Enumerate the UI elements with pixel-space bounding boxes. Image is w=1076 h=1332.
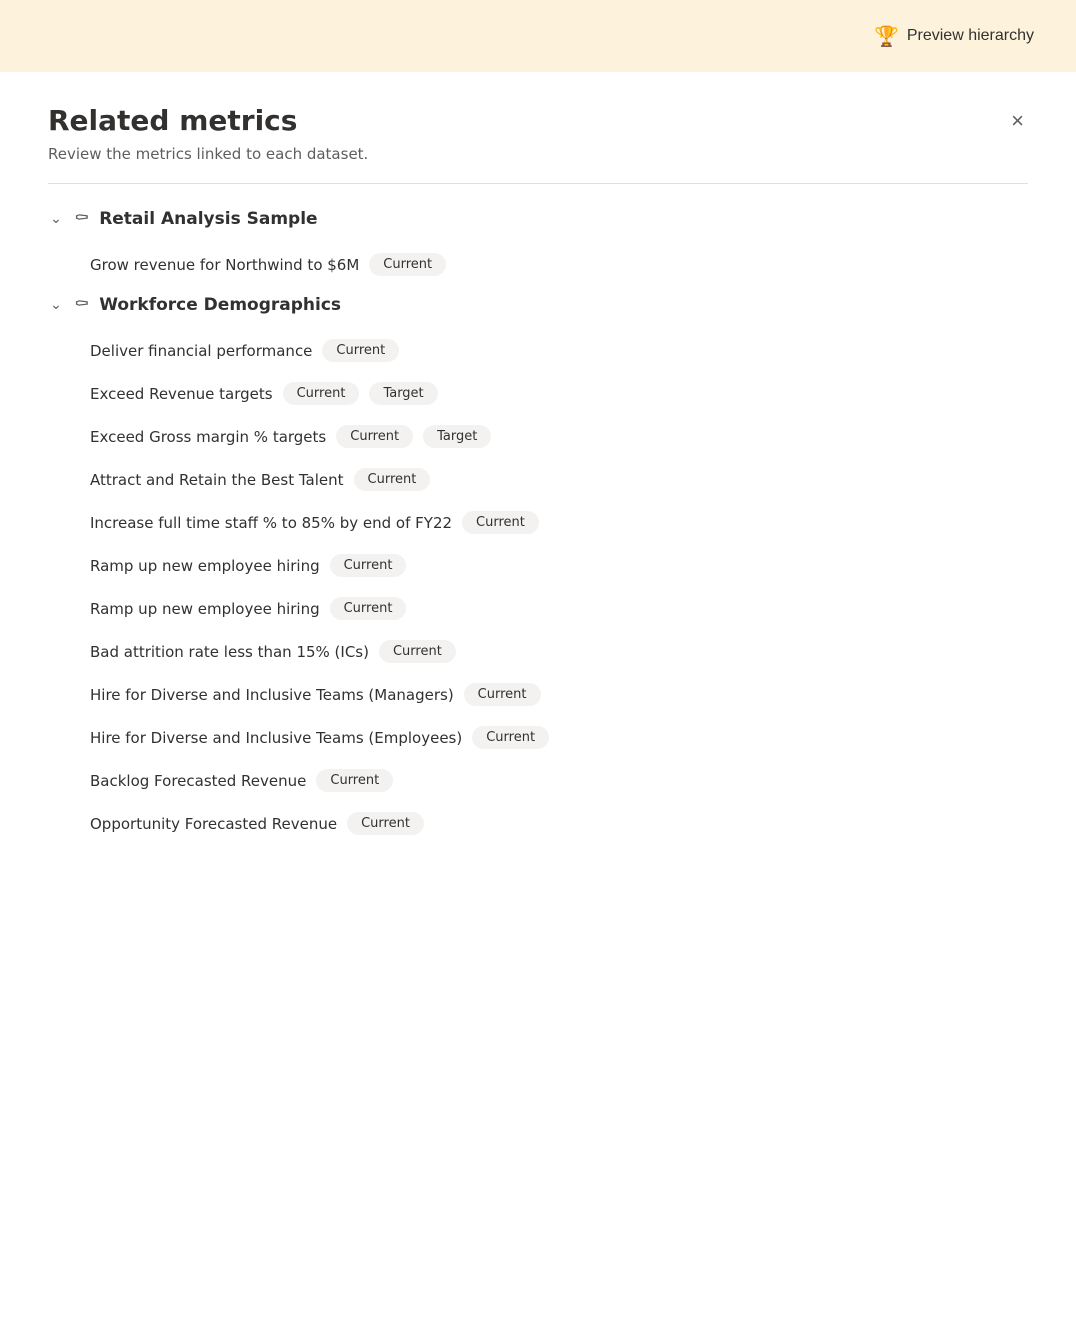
metric-label: Exceed Revenue targets	[90, 385, 273, 403]
dataset-name-retail: Retail Analysis Sample	[99, 209, 317, 229]
dataset-group-workforce: ⌄ ⚰ Workforce Demographics Deliver finan…	[48, 294, 1028, 845]
metric-label: Opportunity Forecasted Revenue	[90, 815, 337, 833]
related-metrics-panel: Related metrics × Review the metrics lin…	[0, 72, 1076, 893]
metric-row: Hire for Diverse and Inclusive Teams (Ma…	[90, 673, 1028, 716]
metric-label: Hire for Diverse and Inclusive Teams (Em…	[90, 729, 462, 747]
dataset-name-workforce: Workforce Demographics	[99, 295, 341, 315]
metric-row: Opportunity Forecasted Revenue Current	[90, 802, 1028, 845]
metric-row: Grow revenue for Northwind to $6M Current	[90, 243, 1028, 286]
metric-label: Grow revenue for Northwind to $6M	[90, 256, 359, 274]
panel-subtitle: Review the metrics linked to each datase…	[48, 145, 1028, 163]
metric-label: Attract and Retain the Best Talent	[90, 471, 344, 489]
metric-badge: Target	[423, 425, 491, 448]
close-button[interactable]: ×	[1007, 106, 1028, 136]
metric-label: Ramp up new employee hiring	[90, 557, 320, 575]
chevron-down-icon: ⌄	[48, 297, 64, 313]
metric-label: Ramp up new employee hiring	[90, 600, 320, 618]
metric-label: Bad attrition rate less than 15% (ICs)	[90, 643, 369, 661]
metric-badge: Current	[369, 253, 446, 276]
dataset-group-retail: ⌄ ⚰ Retail Analysis Sample Grow revenue …	[48, 208, 1028, 286]
metric-row: Hire for Diverse and Inclusive Teams (Em…	[90, 716, 1028, 759]
metric-row: Increase full time staff % to 85% by end…	[90, 501, 1028, 544]
divider	[48, 183, 1028, 184]
metric-badge: Current	[379, 640, 456, 663]
metric-row: Backlog Forecasted Revenue Current	[90, 759, 1028, 802]
metric-row: Exceed Gross margin % targets Current Targ…	[90, 415, 1028, 458]
datasets-container: ⌄ ⚰ Retail Analysis Sample Grow revenue …	[48, 208, 1028, 845]
metric-list-workforce: Deliver financial performanceCurrentExce…	[48, 329, 1028, 845]
metric-row: Bad attrition rate less than 15% (ICs) Cu…	[90, 630, 1028, 673]
dataset-header-retail[interactable]: ⌄ ⚰ Retail Analysis Sample	[48, 208, 1028, 229]
metric-badge: Current	[347, 812, 424, 835]
metric-badge: Target	[369, 382, 437, 405]
preview-hierarchy-button[interactable]: 🏆 Preview hierarchy	[864, 18, 1044, 55]
metric-badge: Current	[283, 382, 360, 405]
database-icon: ⚰	[74, 294, 89, 315]
metric-badge: Current	[322, 339, 399, 362]
metric-row: Ramp up new employee hiring Current	[90, 544, 1028, 587]
preview-hierarchy-label: Preview hierarchy	[907, 27, 1034, 45]
metric-badge: Current	[330, 597, 407, 620]
metric-label: Hire for Diverse and Inclusive Teams (Ma…	[90, 686, 454, 704]
metric-label: Backlog Forecasted Revenue	[90, 772, 306, 790]
metric-label: Increase full time staff % to 85% by end…	[90, 514, 452, 532]
trophy-icon: 🏆	[874, 24, 899, 49]
metric-label: Deliver financial performance	[90, 342, 312, 360]
database-icon: ⚰	[74, 208, 89, 229]
metric-list-retail: Grow revenue for Northwind to $6M Current	[48, 243, 1028, 286]
metric-badge: Current	[464, 683, 541, 706]
metric-badge: Current	[462, 511, 539, 534]
chevron-down-icon: ⌄	[48, 211, 64, 227]
metric-label: Exceed Gross margin % targets	[90, 428, 326, 446]
metric-badge: Current	[316, 769, 393, 792]
metric-badge: Current	[354, 468, 431, 491]
panel-header: Related metrics ×	[48, 104, 1028, 137]
metric-row: Attract and Retain the Best Talent Curren…	[90, 458, 1028, 501]
metric-row: Deliver financial performance Current	[90, 329, 1028, 372]
metric-badge: Current	[336, 425, 413, 448]
metric-badge: Current	[472, 726, 549, 749]
panel-title: Related metrics	[48, 104, 297, 137]
top-bar: 🏆 Preview hierarchy	[0, 0, 1076, 72]
metric-badge: Current	[330, 554, 407, 577]
metric-row: Ramp up new employee hiring Current	[90, 587, 1028, 630]
dataset-header-workforce[interactable]: ⌄ ⚰ Workforce Demographics	[48, 294, 1028, 315]
metric-row: Exceed Revenue targets Current Target	[90, 372, 1028, 415]
